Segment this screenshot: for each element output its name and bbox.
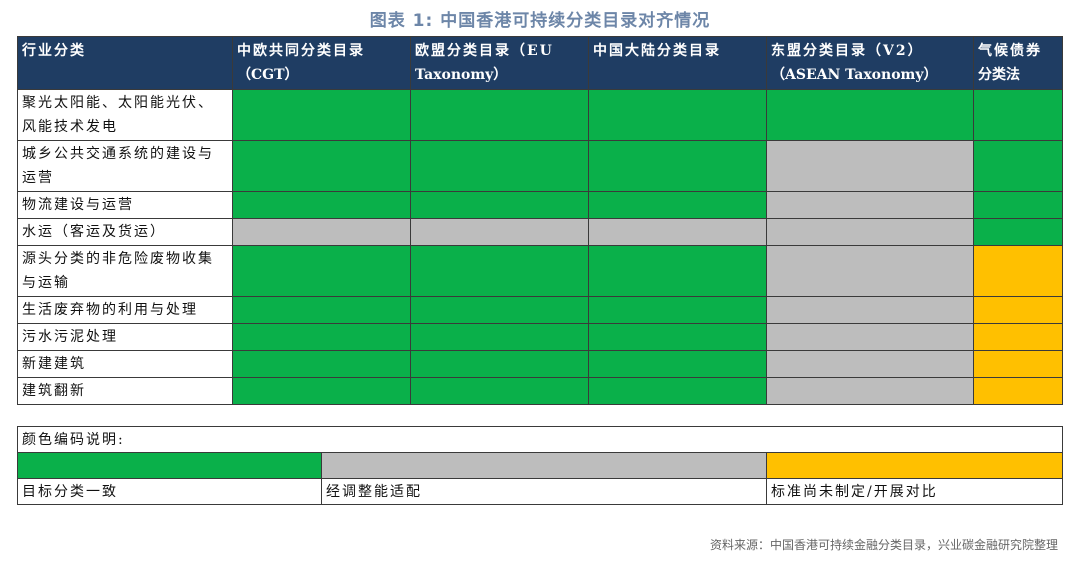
industry-label: 物流建设与运营	[17, 191, 233, 219]
status-cell-green	[232, 191, 411, 219]
status-cell-green	[232, 377, 411, 405]
status-cell-green	[588, 377, 767, 405]
legend-swatch-grey	[321, 452, 767, 479]
status-cell-green	[232, 140, 411, 192]
status-cell-grey	[766, 350, 974, 378]
table-row: 聚光太阳能、太阳能光伏、风能技术发电	[17, 89, 1063, 141]
taxonomy-alignment-table: 行业分类 中欧共同分类目录 （CGT） 欧盟分类目录（EU Taxonomy） …	[17, 36, 1063, 405]
industry-label: 污水污泥处理	[17, 323, 233, 351]
header-row: 行业分类 中欧共同分类目录 （CGT） 欧盟分类目录（EU Taxonomy） …	[17, 36, 1063, 90]
status-cell-green	[973, 140, 1063, 192]
legend-swatch-amber	[765, 452, 1064, 479]
table-row: 源头分类的非危险废物收集与运输	[17, 245, 1063, 297]
legend-label-green: 目标分类一致	[17, 478, 322, 505]
status-cell-green	[973, 191, 1063, 219]
industry-label: 城乡公共交通系统的建设与运营	[17, 140, 233, 192]
status-cell-green	[588, 350, 767, 378]
status-cell-amber	[973, 323, 1063, 351]
status-cell-green	[232, 296, 411, 324]
table-row: 生活废弃物的利用与处理	[17, 296, 1063, 324]
col-header-industry: 行业分类	[17, 36, 233, 90]
status-cell-green	[588, 140, 767, 192]
status-cell-green	[588, 296, 767, 324]
figure-title: 图表 1: 中国香港可持续分类目录对齐情况	[369, 11, 711, 31]
status-cell-grey	[410, 218, 589, 246]
status-cell-green	[410, 296, 589, 324]
status-cell-green	[410, 191, 589, 219]
industry-label: 聚光太阳能、太阳能光伏、风能技术发电	[17, 89, 233, 141]
status-cell-green	[232, 323, 411, 351]
status-cell-green	[232, 245, 411, 297]
status-cell-amber	[973, 296, 1063, 324]
status-cell-green	[232, 89, 411, 141]
legend-label-grey: 经调整能适配	[321, 478, 767, 505]
status-cell-amber	[973, 245, 1063, 297]
status-cell-grey	[588, 218, 767, 246]
col-header-eu: 欧盟分类目录（EU Taxonomy）	[410, 36, 589, 90]
col-header-china: 中国大陆分类目录	[588, 36, 767, 90]
status-cell-amber	[973, 350, 1063, 378]
status-cell-green	[410, 89, 589, 141]
industry-label: 生活废弃物的利用与处理	[17, 296, 233, 324]
status-cell-grey	[766, 191, 974, 219]
industry-label: 水运（客运及货运）	[17, 218, 233, 246]
table-row: 水运（客运及货运）	[17, 218, 1063, 246]
status-cell-green	[766, 89, 974, 141]
status-cell-green	[232, 350, 411, 378]
status-cell-grey	[766, 218, 974, 246]
status-cell-grey	[766, 377, 974, 405]
legend-swatch-row	[17, 452, 1064, 479]
status-cell-green	[588, 245, 767, 297]
col-header-cbi: 气候债券 分类法	[973, 36, 1063, 90]
status-cell-grey	[766, 296, 974, 324]
table-row: 污水污泥处理	[17, 323, 1063, 351]
table-body: 聚光太阳能、太阳能光伏、风能技术发电 城乡公共交通系统的建设与运营 物流建设与运营水…	[17, 89, 1063, 405]
status-cell-green	[410, 377, 589, 405]
status-cell-green	[973, 218, 1063, 246]
status-cell-green	[588, 191, 767, 219]
status-cell-green	[410, 140, 589, 192]
legend-swatch-green	[17, 452, 322, 479]
status-cell-grey	[232, 218, 411, 246]
col-header-asean: 东盟分类目录（V2） （ASEAN Taxonomy）	[766, 36, 974, 90]
industry-label: 源头分类的非危险废物收集与运输	[17, 245, 233, 297]
status-cell-grey	[766, 245, 974, 297]
status-cell-green	[410, 350, 589, 378]
legend-label-amber: 标准尚未制定/开展对比	[765, 478, 1064, 505]
legend-title: 颜色编码说明:	[16, 426, 1064, 453]
industry-label: 建筑翻新	[17, 377, 233, 405]
legend-label-row: 目标分类一致 经调整能适配 标准尚未制定/开展对比	[17, 478, 1064, 505]
industry-label: 新建建筑	[17, 350, 233, 378]
table-row: 城乡公共交通系统的建设与运营	[17, 140, 1063, 192]
table-row: 建筑翻新	[17, 377, 1063, 405]
status-cell-grey	[766, 140, 974, 192]
status-cell-amber	[973, 377, 1063, 405]
color-legend: 颜色编码说明: 目标分类一致 经调整能适配 标准尚未制定/开展对比	[16, 426, 1064, 505]
status-cell-green	[973, 89, 1063, 141]
source-note: 资料来源：中国香港可持续金融分类目录，兴业碳金融研究院整理	[709, 538, 1058, 552]
status-cell-green	[588, 89, 767, 141]
status-cell-green	[588, 323, 767, 351]
status-cell-green	[410, 323, 589, 351]
table-row: 物流建设与运营	[17, 191, 1063, 219]
status-cell-grey	[766, 323, 974, 351]
table-row: 新建建筑	[17, 350, 1063, 378]
status-cell-green	[410, 245, 589, 297]
col-header-cgt: 中欧共同分类目录 （CGT）	[232, 36, 411, 90]
